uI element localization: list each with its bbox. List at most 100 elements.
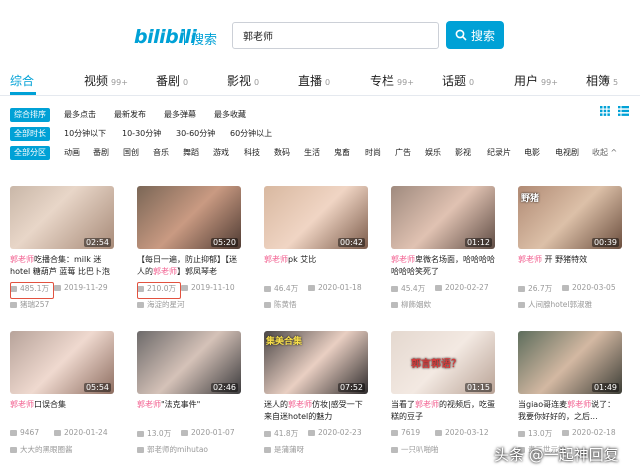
- video-thumbnail[interactable]: 02:46: [137, 331, 241, 394]
- fold-toggle[interactable]: 收起 ^: [592, 147, 617, 158]
- uploader-name[interactable]: 猪瑞257: [20, 300, 49, 309]
- video-title[interactable]: 郭老师口误合集: [10, 399, 114, 423]
- tab-film[interactable]: 影视 0: [227, 72, 259, 89]
- bilibili-logo[interactable]: bilibili: [134, 26, 197, 48]
- video-title[interactable]: 郭老师pk 艾比: [264, 254, 368, 278]
- video-thumbnail[interactable]: 07:52 集美合集: [264, 331, 368, 394]
- uploader[interactable]: 柳飾姻欸: [391, 299, 431, 310]
- uploader-name[interactable]: 一只叭啪啪: [401, 445, 439, 454]
- video-duration: 02:46: [210, 383, 238, 392]
- video-thumbnail[interactable]: 05:20: [137, 186, 241, 249]
- view-count: 45.4万: [391, 283, 425, 294]
- zone-option[interactable]: 国创: [123, 147, 139, 158]
- video-title[interactable]: 郭老师吃播合集：milk 迷hotel 糖葫芦 蓝莓 比巴卜泡: [10, 254, 114, 278]
- zone-option[interactable]: 娱乐: [425, 147, 441, 158]
- video-thumbnail[interactable]: 01:15 郭言郭语？: [391, 331, 495, 394]
- uploader-name[interactable]: 陈黄悟: [274, 300, 297, 309]
- publish-date: 2019-11-10: [181, 283, 235, 292]
- title-rest: pk 艾比: [288, 255, 317, 264]
- sort-option[interactable]: 最多收藏: [214, 109, 246, 120]
- video-thumbnail[interactable]: 02:54: [10, 186, 114, 249]
- sort-option[interactable]: 最新发布: [114, 109, 146, 120]
- video-thumbnail[interactable]: 01:12: [391, 186, 495, 249]
- zone-option[interactable]: 动画: [64, 147, 80, 158]
- video-duration: 02:54: [83, 238, 111, 247]
- view-count: 26.7万: [518, 283, 552, 294]
- tab-video[interactable]: 视频 99+: [84, 72, 128, 89]
- video-title[interactable]: 郭老师卑微名场面，哈哈哈哈哈哈哈笑死了: [391, 254, 495, 278]
- uploader[interactable]: 海淀的星河: [137, 299, 185, 310]
- zone-all-pill[interactable]: 全部分区: [10, 146, 50, 160]
- list-view-icon[interactable]: [618, 106, 629, 116]
- sort-option[interactable]: 最多弹幕: [164, 109, 196, 120]
- highlight-box: [137, 282, 181, 299]
- tab-topic[interactable]: 话题 0: [442, 72, 474, 89]
- title-rest: 口误合集: [34, 400, 66, 409]
- zone-option[interactable]: 音乐: [153, 147, 169, 158]
- uploader[interactable]: 郭老师的mihutao: [137, 444, 208, 455]
- uploader-name[interactable]: 郭老师的mihutao: [147, 445, 208, 454]
- zone-option[interactable]: 数码: [274, 147, 290, 158]
- zone-option[interactable]: 电视剧: [555, 147, 579, 158]
- uploader-name[interactable]: 柳飾姻欸: [401, 300, 431, 309]
- video-duration: 01:12: [464, 238, 492, 247]
- uploader-name[interactable]: 人间腺hotel郭淑雅: [528, 300, 592, 309]
- sort-all-pill[interactable]: 综合排序: [10, 108, 50, 122]
- zone-option[interactable]: 电影: [524, 147, 540, 158]
- video-meta: 46.4万 2020-01-18 陈黄悟: [264, 283, 368, 309]
- zone-option[interactable]: 时尚: [365, 147, 381, 158]
- play-count-icon: [10, 430, 17, 436]
- zone-option[interactable]: 科技: [244, 147, 260, 158]
- search-box[interactable]: [232, 22, 439, 49]
- zone-option[interactable]: 舞蹈: [183, 147, 199, 158]
- video-title[interactable]: 迷人的郭老师仿妆|感受一下来自迷hotel的魅力: [264, 399, 368, 423]
- tab-user[interactable]: 用户 99+: [514, 72, 558, 89]
- zone-option[interactable]: 广告: [395, 147, 411, 158]
- video-thumbnail[interactable]: 00:42: [264, 186, 368, 249]
- uploader-name[interactable]: 大大的黑眼圈酱: [20, 445, 73, 454]
- video-title[interactable]: 当看了郭老师的视频后，吃蛋糕的豆子: [391, 399, 495, 423]
- search-button[interactable]: 搜索: [446, 21, 504, 49]
- video-thumbnail[interactable]: 00:39 野猪: [518, 186, 622, 249]
- video-title[interactable]: 郭老师"法克事件": [137, 399, 241, 423]
- duration-option[interactable]: 30-60分钟: [176, 128, 215, 139]
- uploader[interactable]: 大大的黑眼圈酱: [10, 444, 73, 455]
- video-title[interactable]: 当giao哥连麦郭老师说了：我要你好好的，之后...: [518, 399, 622, 423]
- uploader[interactable]: 一只叭啪啪: [391, 444, 439, 455]
- play-count-icon: [264, 286, 271, 292]
- uploader[interactable]: 猪瑞257: [10, 299, 49, 310]
- video-title[interactable]: 【每日一遍，防止抑郁】【迷人的郭老师】郭凤琴老: [137, 254, 241, 278]
- uploader[interactable]: 人间腺hotel郭淑雅: [518, 299, 592, 310]
- duration-all-pill[interactable]: 全部时长: [10, 127, 50, 141]
- zone-option[interactable]: 生活: [304, 147, 320, 158]
- duration-option[interactable]: 10分钟以下: [64, 128, 106, 139]
- video-thumbnail[interactable]: 05:54: [10, 331, 114, 394]
- tab-album[interactable]: 相簿 5: [586, 72, 618, 89]
- sort-option[interactable]: 最多点击: [64, 109, 96, 120]
- grid-view-icon[interactable]: [600, 106, 610, 116]
- duration-option[interactable]: 60分钟以上: [230, 128, 272, 139]
- view-count: 13.0万: [518, 428, 552, 439]
- duration-option[interactable]: 10-30分钟: [122, 128, 161, 139]
- tab-live[interactable]: 直播 0: [298, 72, 330, 89]
- title-rest: 开 野猪特效: [542, 255, 588, 264]
- zone-option[interactable]: 番剧: [93, 147, 109, 158]
- uploader-name[interactable]: 是蒲蒲呀: [274, 445, 304, 454]
- watermark: 头条 @一起神回复: [494, 446, 619, 464]
- search-input[interactable]: [233, 23, 438, 48]
- video-title[interactable]: 郭老师 开 野猪特效: [518, 254, 622, 278]
- publish-date-value: 2020-03-12: [445, 428, 489, 437]
- uploader-name[interactable]: 海淀的星河: [147, 300, 185, 309]
- uploader[interactable]: 陈黄悟: [264, 299, 297, 310]
- zone-option[interactable]: 游戏: [213, 147, 229, 158]
- uploader[interactable]: 是蒲蒲呀: [264, 444, 304, 455]
- tab-bangumi[interactable]: 番剧 0: [156, 72, 188, 89]
- zone-option[interactable]: 影视: [455, 147, 471, 158]
- video-thumbnail[interactable]: 01:49: [518, 331, 622, 394]
- tab-all[interactable]: 综合: [10, 72, 34, 89]
- tab-article[interactable]: 专栏 99+: [370, 72, 414, 89]
- zone-option[interactable]: 纪录片: [487, 147, 511, 158]
- publish-date-value: 2020-03-05: [572, 283, 616, 292]
- zone-option[interactable]: 鬼畜: [334, 147, 350, 158]
- sort-filter-row: 综合排序 最多点击 最新发布 最多弹幕 最多收藏: [0, 106, 640, 124]
